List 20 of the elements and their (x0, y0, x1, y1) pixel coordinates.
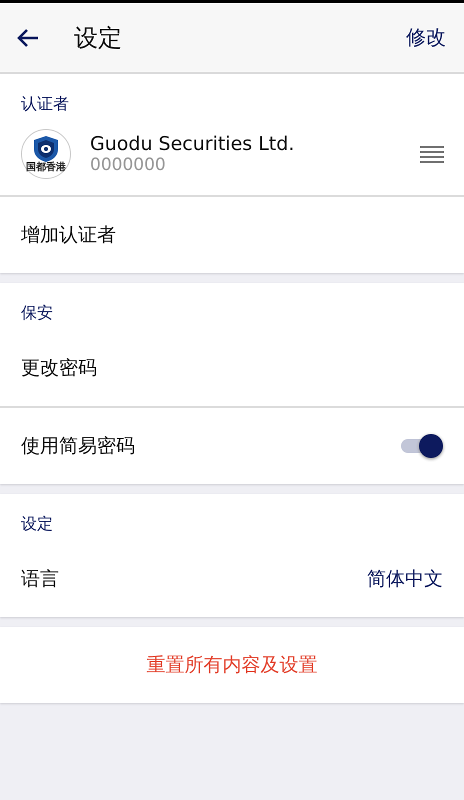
section-title: 认证者 (20, 93, 70, 115)
setting-value: 简体中文 (367, 567, 443, 592)
section-title: 保安 (20, 302, 54, 324)
back-arrow-icon (16, 28, 40, 48)
page-title: 设定 (74, 22, 123, 54)
logo-caption: 国都香港 (26, 163, 66, 173)
account-number: 0000000 (90, 155, 167, 175)
drag-handle-icon[interactable] (420, 145, 444, 163)
section-title: 设定 (20, 513, 54, 535)
setting-label: 语言 (21, 567, 59, 592)
settings-item[interactable]: 更改密码 (0, 330, 464, 406)
account-name: Guodu Securities Ltd. (90, 133, 296, 155)
reset-button[interactable]: 重置所有内容及设置 (0, 627, 464, 703)
toggle-switch[interactable] (401, 432, 443, 460)
edit-button[interactable]: 修改 (402, 20, 450, 55)
setting-label: 使用简易密码 (21, 434, 135, 459)
account-row[interactable]: 国都香港 Guodu Securities Ltd. 0000000 (0, 121, 464, 195)
settings-item[interactable]: 语言 简体中文 (0, 541, 464, 617)
settings-item[interactable]: 增加认证者 (0, 197, 464, 273)
shield-icon (33, 135, 59, 163)
